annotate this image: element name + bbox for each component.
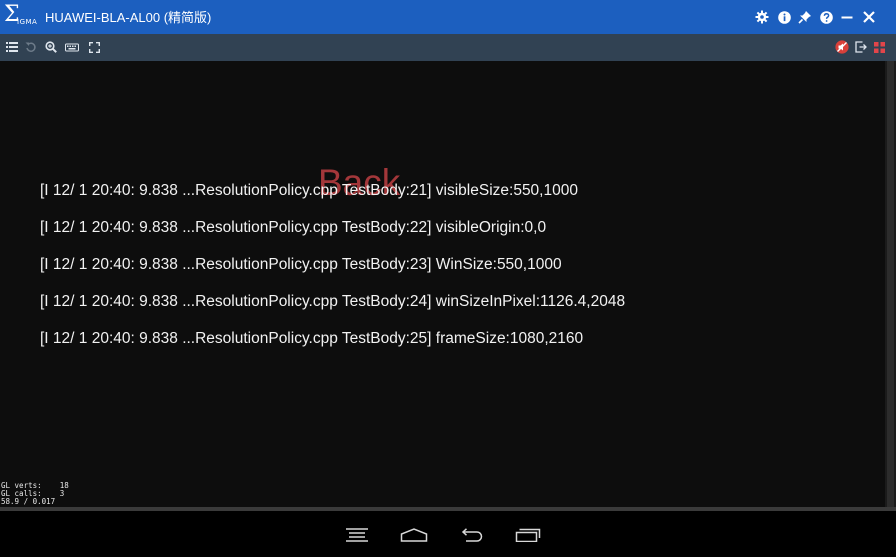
help-icon[interactable] xyxy=(818,9,834,25)
list-menu-icon[interactable] xyxy=(4,39,20,55)
pin-icon[interactable] xyxy=(797,9,813,25)
log-line: [I 12/ 1 20:40: 9.838 ...ResolutionPolic… xyxy=(40,293,626,310)
info-icon[interactable] xyxy=(776,9,792,25)
sigma-logo-icon: Σ IGMA xyxy=(4,2,38,27)
settings-gear-icon[interactable] xyxy=(754,9,770,25)
window-title: HUAWEI-BLA-AL00 (精简版) xyxy=(45,10,212,25)
keyboard-icon[interactable] xyxy=(64,39,80,55)
log-line: [I 12/ 1 20:40: 9.838 ...ResolutionPolic… xyxy=(40,330,584,347)
log-line: [I 12/ 1 20:40: 9.838 ...ResolutionPolic… xyxy=(40,256,562,273)
rotate-icon[interactable] xyxy=(23,39,39,55)
export-icon[interactable] xyxy=(853,39,869,55)
fullscreen-icon[interactable] xyxy=(86,39,102,55)
log-line: [I 12/ 1 20:40: 9.838 ...ResolutionPolic… xyxy=(40,219,547,236)
back-arrow-icon[interactable] xyxy=(457,525,485,545)
home-icon[interactable] xyxy=(400,525,428,545)
grid-apps-icon[interactable] xyxy=(871,39,887,55)
fps-stat: 58.9 / 0.017 xyxy=(1,497,56,506)
mute-icon[interactable] xyxy=(834,39,850,55)
android-nav-bar xyxy=(0,511,896,557)
zoom-icon[interactable] xyxy=(43,39,59,55)
device-screen[interactable]: Back [I 12/ 1 20:40: 9.838 ...Resolution… xyxy=(0,61,885,507)
window-titlebar: Σ IGMA HUAWEI-BLA-AL00 (精简版) xyxy=(0,0,896,34)
minimize-icon[interactable] xyxy=(839,9,855,25)
toolbar xyxy=(0,34,896,61)
scrollbar-thumb[interactable] xyxy=(887,61,894,507)
menu-icon[interactable] xyxy=(343,525,371,545)
close-icon[interactable] xyxy=(861,9,877,25)
log-line: [I 12/ 1 20:40: 9.838 ...ResolutionPolic… xyxy=(40,182,578,199)
vertical-scrollbar[interactable] xyxy=(885,61,896,507)
recent-apps-icon[interactable] xyxy=(514,525,542,545)
